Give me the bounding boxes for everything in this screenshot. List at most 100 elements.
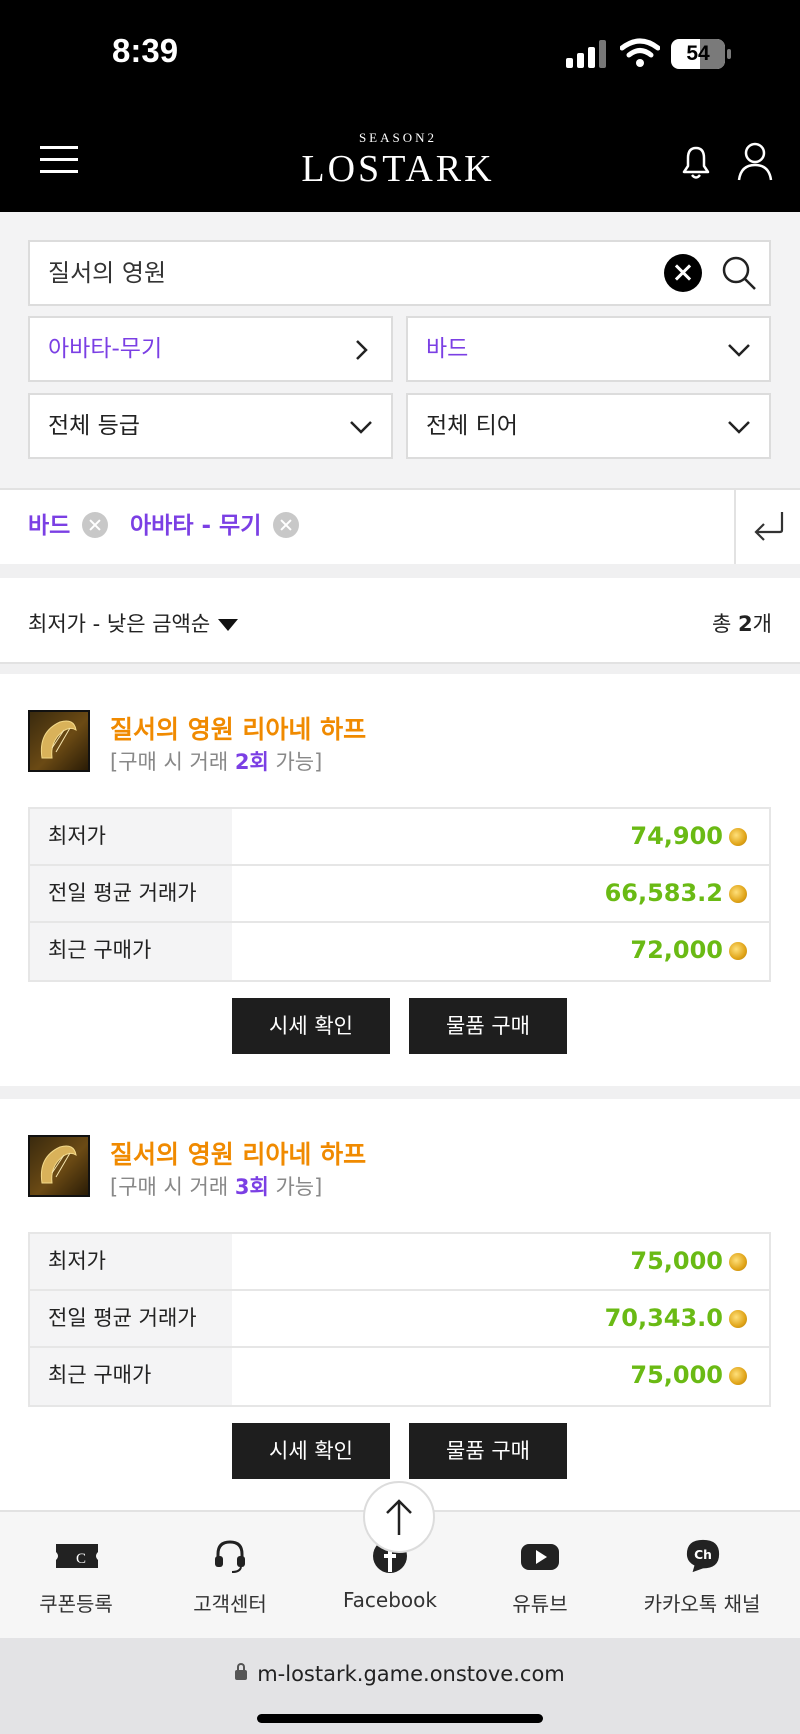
remove-chip-icon[interactable] [273, 511, 300, 538]
buy-item-button[interactable]: 물품 구매 [409, 998, 567, 1054]
trade-limit-suffix: 가능] [268, 1175, 323, 1199]
footer-label: 유튜브 [512, 1592, 568, 1616]
url-field[interactable]: m-lostark.game.onstove.com [0, 1638, 800, 1710]
home-indicator[interactable] [257, 1714, 543, 1723]
item-name[interactable]: 질서의 영원 리아네 하프 [110, 1135, 366, 1171]
headset-icon [215, 1540, 245, 1573]
return-arrow-icon [754, 512, 784, 541]
chevron-right-icon [356, 340, 368, 360]
youtube-icon [521, 1544, 559, 1570]
price-label: 전일 평균 거래가 [30, 866, 232, 921]
check-price-button[interactable]: 시세 확인 [232, 1423, 390, 1479]
price-value: 70,343.0 [604, 1304, 723, 1332]
status-time: 8:39 [112, 32, 179, 69]
category-select[interactable]: 아바타-무기 [28, 316, 393, 382]
price-row-average: 전일 평균 거래가 70,343.0 [30, 1291, 769, 1348]
price-label: 최저가 [30, 809, 232, 864]
chevron-down-icon [728, 344, 750, 357]
chip-category[interactable]: 아바타 - 무기 [130, 490, 300, 562]
chip-label: 아바타 - 무기 [130, 513, 262, 539]
logo-season: SEASON2 [358, 130, 438, 145]
trade-limit-count: 3회 [234, 1175, 269, 1199]
price-row-recent: 최근 구매가 72,000 [30, 923, 769, 980]
category-select-label: 아바타-무기 [48, 336, 163, 362]
chevron-down-icon [350, 421, 372, 434]
result-count-number: 2 [738, 612, 753, 636]
trade-limit: [구매 시 거래 3회 가능] [110, 1171, 322, 1201]
trade-limit-count: 2회 [234, 750, 269, 774]
chevron-down-icon [728, 421, 750, 434]
gold-coin-icon [729, 828, 747, 846]
class-select-label: 바드 [426, 336, 469, 362]
remove-chip-icon[interactable] [82, 511, 109, 538]
search-value[interactable]: 질서의 영원 [48, 242, 166, 304]
footer-kakao[interactable]: Ch 카카오톡 채널 [632, 1512, 772, 1640]
battery-level: 54 [686, 42, 710, 65]
search-icon[interactable] [720, 254, 758, 292]
active-filter-chips: 바드 아바타 - 무기 [0, 488, 800, 564]
caret-down-icon[interactable] [218, 619, 238, 631]
svg-text:Ch: Ch [694, 1548, 712, 1562]
status-bar: 8:39 54 [0, 0, 800, 104]
item-card: 질서의 영원 리아네 하프 [구매 시 거래 2회 가능] 최저가 74,900… [0, 674, 800, 1086]
hamburger-menu-icon[interactable] [40, 146, 78, 173]
bell-icon[interactable] [676, 142, 716, 182]
footer-youtube[interactable]: 유튜브 [480, 1512, 600, 1640]
url-text: m-lostark.game.onstove.com [257, 1662, 565, 1686]
arrow-up-icon [386, 1499, 412, 1535]
price-row-lowest: 최저가 75,000 [30, 1234, 769, 1291]
scroll-to-top-button[interactable] [363, 1481, 435, 1553]
trade-limit-prefix: [구매 시 거래 [110, 750, 235, 774]
footer-label: Facebook [343, 1588, 437, 1612]
lock-icon [235, 1663, 248, 1680]
price-label: 최근 구매가 [30, 923, 232, 980]
tier-select[interactable]: 전체 티어 [406, 393, 771, 459]
harp-item-icon[interactable] [28, 710, 90, 772]
battery-icon: 54 [671, 39, 731, 69]
sort-bar: 최저가 - 낮은 금액순 총 2개 [0, 578, 800, 664]
item-name[interactable]: 질서의 영원 리아네 하프 [110, 710, 366, 746]
class-select[interactable]: 바드 [406, 316, 771, 382]
svg-text:C: C [76, 1551, 86, 1567]
price-table: 최저가 75,000 전일 평균 거래가 70,343.0 최근 구매가 75,… [28, 1232, 771, 1407]
footer-label: 고객센터 [193, 1592, 267, 1616]
footer-support[interactable]: 고객센터 [170, 1512, 290, 1640]
result-count-prefix: 총 [712, 612, 739, 636]
chip-class[interactable]: 바드 [28, 490, 109, 562]
lostark-logo[interactable]: SEASON2 LOSTARK [298, 130, 498, 194]
price-value: 75,000 [630, 1247, 723, 1275]
buy-item-button[interactable]: 물품 구매 [409, 1423, 567, 1479]
user-icon[interactable] [736, 140, 774, 182]
price-value: 72,000 [630, 936, 723, 964]
site-header: SEASON2 LOSTARK [0, 104, 800, 212]
gold-coin-icon [729, 942, 747, 960]
gold-coin-icon [729, 1367, 747, 1385]
trade-limit: [구매 시 거래 2회 가능] [110, 746, 322, 776]
price-row-lowest: 최저가 74,900 [30, 809, 769, 866]
trade-limit-suffix: 가능] [268, 750, 323, 774]
footer-coupon[interactable]: C 쿠폰등록 [16, 1512, 136, 1640]
price-row-recent: 최근 구매가 75,000 [30, 1348, 769, 1405]
price-label: 최저가 [30, 1234, 232, 1289]
clear-search-icon[interactable] [664, 254, 702, 292]
harp-item-icon[interactable] [28, 1135, 90, 1197]
grade-select[interactable]: 전체 등급 [28, 393, 393, 459]
item-card: 질서의 영원 리아네 하프 [구매 시 거래 3회 가능] 최저가 75,000… [0, 1099, 800, 1511]
chip-label: 바드 [28, 513, 71, 539]
reset-filters-button[interactable] [734, 490, 800, 564]
coupon-icon: C [56, 1544, 98, 1568]
price-value: 66,583.2 [604, 879, 723, 907]
kakao-channel-icon: Ch [686, 1539, 720, 1573]
grade-select-label: 전체 등급 [48, 413, 140, 439]
gold-coin-icon [729, 1253, 747, 1271]
search-input[interactable]: 질서의 영원 [28, 240, 771, 306]
price-value: 74,900 [630, 822, 723, 850]
trade-limit-prefix: [구매 시 거래 [110, 1175, 235, 1199]
check-price-button[interactable]: 시세 확인 [232, 998, 390, 1054]
logo-name: LOSTARK [301, 148, 495, 190]
browser-url-bar: m-lostark.game.onstove.com [0, 1638, 800, 1734]
footer-label: 카카오톡 채널 [643, 1592, 761, 1616]
filter-panel: 질서의 영원 아바타-무기 바드 전체 등급 전체 티어 [0, 212, 800, 488]
sort-dropdown[interactable]: 최저가 - 낮은 금액순 [28, 578, 210, 670]
result-count-suffix: 개 [752, 612, 772, 636]
